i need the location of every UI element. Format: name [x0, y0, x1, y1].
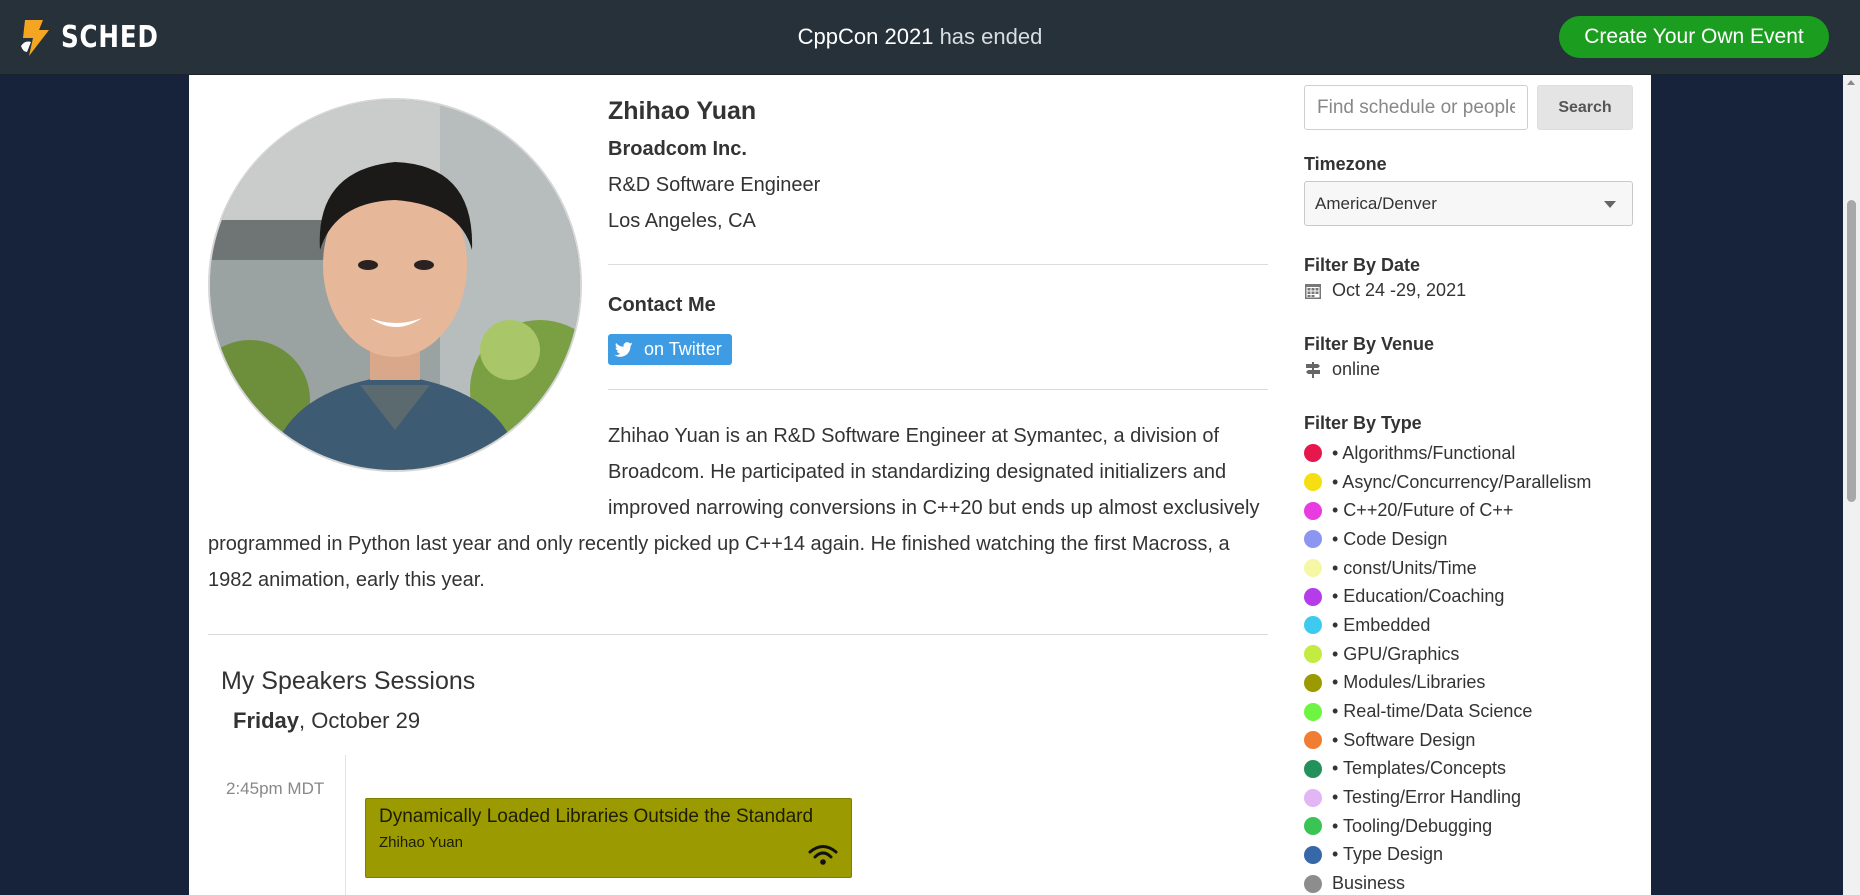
- type-color-dot-icon: [1304, 616, 1322, 635]
- event-name[interactable]: CppCon 2021: [798, 24, 934, 49]
- type-color-dot-icon: [1304, 559, 1322, 578]
- type-color-dot-icon: [1304, 444, 1322, 463]
- filter-date-value: Oct 24 -29, 2021: [1332, 280, 1467, 300]
- speaker-company: Broadcom Inc.: [608, 138, 747, 160]
- filter-type-item[interactable]: • Async/Concurrency/Parallelism: [1304, 468, 1591, 497]
- sessions-heading: My Speakers Sessions: [221, 667, 476, 695]
- filter-type-label-text: • Templates/Concepts: [1332, 758, 1507, 779]
- session-time: 2:45pm MDT: [226, 779, 325, 798]
- twitter-icon: [614, 341, 633, 357]
- filter-type-item[interactable]: • Code Design: [1304, 525, 1591, 554]
- filter-type-label-text: • Algorithms/Functional: [1332, 442, 1516, 463]
- filter-type-label-text: • Modules/Libraries: [1332, 672, 1486, 693]
- filter-venue-label: Filter By Venue: [1304, 334, 1435, 354]
- filter-type-item[interactable]: • const/Units/Time: [1304, 554, 1591, 583]
- type-color-dot-icon: [1304, 645, 1322, 664]
- filter-type-label-text: • Real-time/Data Science: [1332, 701, 1533, 722]
- filter-type-label-text: • C++20/Future of C++: [1332, 500, 1514, 521]
- divider: [608, 389, 1268, 390]
- main-panel: Zhihao Yuan Broadcom Inc. R&D Software E…: [189, 75, 1651, 895]
- speaker-name: Zhihao Yuan: [608, 97, 757, 125]
- filter-type-item[interactable]: • Education/Coaching: [1304, 582, 1591, 611]
- filter-type-item[interactable]: • Modules/Libraries: [1304, 669, 1591, 698]
- top-bar: SCHED CppCon 2021 has ended Create Your …: [0, 0, 1860, 75]
- timezone-label: Timezone: [1304, 154, 1387, 174]
- timezone-select[interactable]: America/Denver: [1304, 181, 1633, 226]
- filter-type-item[interactable]: • Type Design: [1304, 841, 1591, 870]
- type-color-dot-icon: [1304, 530, 1322, 549]
- timezone-value: America/Denver: [1315, 194, 1437, 213]
- type-color-dot-icon: [1304, 788, 1322, 807]
- filter-type-item[interactable]: • Real-time/Data Science: [1304, 697, 1591, 726]
- filter-type-label-text: • Education/Coaching: [1332, 586, 1505, 607]
- scrollbar[interactable]: [1843, 75, 1860, 895]
- filter-type-item[interactable]: • Testing/Error Handling: [1304, 783, 1591, 812]
- type-color-dot-icon: [1304, 673, 1322, 692]
- filter-type-label-text: • Type Design: [1332, 844, 1444, 865]
- search-input[interactable]: [1304, 85, 1528, 130]
- type-color-dot-icon: [1304, 702, 1322, 721]
- filter-type-item[interactable]: • Tooling/Debugging: [1304, 812, 1591, 841]
- filter-type-label-text: • Async/Concurrency/Parallelism: [1332, 471, 1592, 492]
- filter-type-label: Filter By Type: [1304, 413, 1422, 433]
- create-event-button[interactable]: Create Your Own Event: [1559, 16, 1829, 58]
- type-color-dot-icon: [1304, 473, 1322, 492]
- type-color-dot-icon: [1304, 845, 1322, 864]
- event-status-text: has ended: [933, 24, 1043, 49]
- divider: [208, 634, 1268, 635]
- filter-type-item[interactable]: • Embedded: [1304, 611, 1591, 640]
- search-button[interactable]: Search: [1537, 85, 1633, 130]
- day-name: Friday: [233, 708, 300, 733]
- speaker-avatar: [208, 98, 582, 472]
- twitter-label: on Twitter: [644, 339, 722, 359]
- filter-type-label-text: Business: [1332, 873, 1406, 894]
- filter-type-item[interactable]: • C++20/Future of C++: [1304, 496, 1591, 525]
- filter-type-label-text: • Software Design: [1332, 729, 1476, 750]
- filter-type-item[interactable]: • Software Design: [1304, 726, 1591, 755]
- type-color-dot-icon: [1304, 587, 1322, 606]
- calendar-icon: [1305, 283, 1321, 299]
- filter-venue-item[interactable]: online: [1304, 359, 1380, 380]
- timeline-line: [345, 755, 346, 895]
- filter-type-item[interactable]: • GPU/Graphics: [1304, 640, 1591, 669]
- day-heading: Friday, October 29: [233, 708, 420, 734]
- filter-type-label-text: • Testing/Error Handling: [1332, 787, 1522, 808]
- filter-type-label-text: • Tooling/Debugging: [1332, 815, 1493, 836]
- type-color-dot-icon: [1304, 731, 1322, 750]
- filter-type-label-text: • Embedded: [1332, 614, 1431, 635]
- scroll-up-arrow-icon[interactable]: [1847, 80, 1855, 85]
- type-color-dot-icon: [1304, 817, 1322, 836]
- filter-type-list: • Algorithms/Functional • Async/Concurren…: [1304, 439, 1591, 895]
- speaker-location: Los Angeles, CA: [608, 210, 756, 232]
- filter-type-label-text: • Code Design: [1332, 528, 1448, 549]
- scrollbar-thumb[interactable]: [1847, 200, 1856, 502]
- speaker-bio: Zhihao Yuan is an R&D Software Engineer …: [208, 418, 1268, 598]
- twitter-link[interactable]: on Twitter: [608, 334, 732, 365]
- filter-venue-value: online: [1332, 359, 1381, 379]
- speaker-position: R&D Software Engineer: [608, 174, 821, 196]
- filter-type-label-text: • GPU/Graphics: [1332, 643, 1460, 664]
- day-date: , October 29: [299, 708, 421, 733]
- type-color-dot-icon: [1304, 501, 1322, 520]
- filter-type-item[interactable]: • Algorithms/Functional: [1304, 439, 1591, 468]
- contact-heading: Contact Me: [608, 294, 716, 316]
- wifi-icon: [808, 845, 838, 865]
- filter-type-item[interactable]: Business: [1304, 869, 1591, 895]
- filter-date-item[interactable]: Oct 24 -29, 2021: [1304, 280, 1466, 301]
- type-color-dot-icon: [1304, 874, 1322, 893]
- filter-date-label: Filter By Date: [1304, 255, 1421, 275]
- divider: [608, 264, 1268, 265]
- type-color-dot-icon: [1304, 759, 1322, 778]
- signpost-icon: [1306, 361, 1320, 378]
- filter-type-item[interactable]: • Templates/Concepts: [1304, 755, 1591, 784]
- session-speaker[interactable]: Zhihao Yuan: [379, 834, 838, 851]
- session-title[interactable]: Dynamically Loaded Libraries Outside the…: [379, 806, 838, 828]
- filter-type-label-text: • const/Units/Time: [1332, 557, 1477, 578]
- session-card[interactable]: Dynamically Loaded Libraries Outside the…: [365, 798, 852, 878]
- chevron-down-icon: [1604, 201, 1616, 208]
